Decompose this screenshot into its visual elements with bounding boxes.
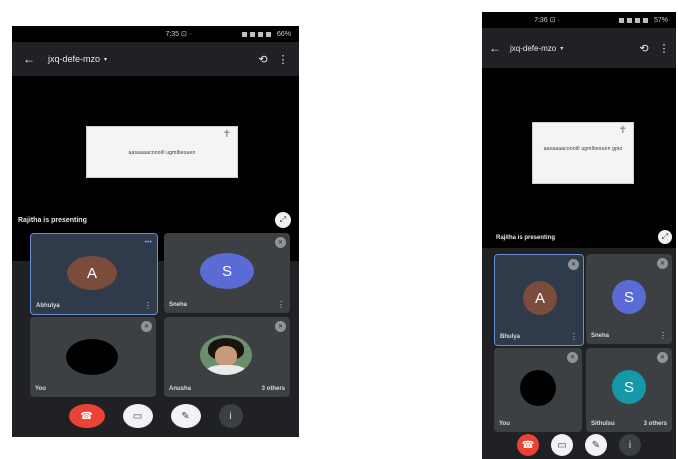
- avatar: S: [612, 280, 646, 314]
- meeting-code-dropdown[interactable]: jxq-defe-mzo ▾: [510, 44, 563, 53]
- participant-tile-sneha[interactable]: ✕ S Sneha ⋮: [586, 254, 672, 344]
- mic-off-icon: ✕: [141, 321, 152, 332]
- tile-more-icon[interactable]: ⋮: [570, 332, 578, 341]
- battery-level: 57%: [653, 16, 668, 24]
- tile-more-icon[interactable]: ⋮: [659, 331, 667, 340]
- meeting-top-bar: ← jxq-defe-mzo ▾ ⟲ ⋮: [12, 46, 299, 72]
- participant-tile-sithulsu[interactable]: ✕ S Sithulsu 3 others: [586, 348, 672, 432]
- avatar: S: [612, 370, 646, 404]
- meeting-top-bar: ← jxq-defe-mzo ▾ ⟲ ⋮: [482, 35, 676, 61]
- meeting-info-button[interactable]: i: [218, 404, 243, 428]
- participant-tile-bhulya[interactable]: ✕ A Bhulya ⋮: [494, 254, 584, 346]
- participant-name: Sithulsu: [591, 421, 615, 427]
- phone-screen-right: 7:36 ⊡ · 57% ← jxq-defe-mzo ▾ ⟲ ⋮ ✝ aasa…: [482, 12, 676, 459]
- call-controls: ☎ ▭ ✎ i: [12, 404, 299, 428]
- participant-name: Bhulya: [500, 334, 521, 340]
- status-time: 7:35 ⊡ ·: [165, 31, 192, 38]
- more-options-icon[interactable]: ⋮: [273, 53, 293, 66]
- presentation-stage: ✝ aasaaaaconoill ugmlbesuen gpio Rajitha…: [482, 68, 676, 248]
- tile-more-icon[interactable]: ⋮: [144, 301, 152, 310]
- back-arrow-icon[interactable]: ←: [486, 41, 504, 55]
- participant-tile-anusha[interactable]: ✕ Anusha 3 others: [164, 317, 290, 397]
- call-controls: ☎ ▭ ✎ i: [482, 434, 676, 456]
- participant-photo: [200, 335, 252, 375]
- mic-off-icon: ✕: [275, 237, 286, 248]
- flip-camera-icon[interactable]: ⟲: [634, 42, 654, 55]
- slide-text: aasaaaaconoill ugmlbesuen gpio: [543, 145, 623, 152]
- presenter-label: Rajitha is presenting: [18, 217, 87, 224]
- system-icons: [241, 31, 271, 37]
- expand-icon[interactable]: ⤢: [275, 212, 291, 228]
- tile-more-icon[interactable]: ⋮: [277, 300, 285, 309]
- system-icons: [618, 17, 648, 23]
- battery-level: 66%: [276, 30, 291, 38]
- cross-icon: ✝: [222, 129, 231, 140]
- end-call-button[interactable]: ☎: [517, 434, 539, 456]
- status-time: 7:36 ⊡ ·: [534, 17, 560, 24]
- participant-name: Anusha: [169, 386, 192, 392]
- meeting-code-dropdown[interactable]: jxq-defe-mzo ▾: [48, 54, 107, 64]
- avatar-initial: A: [534, 289, 545, 307]
- mic-off-icon: ✕: [275, 321, 286, 332]
- participant-name: Abhulya: [36, 303, 60, 309]
- status-bar: 7:36 ⊡ · 57%: [482, 12, 676, 28]
- avatar-initial: S: [623, 378, 634, 396]
- cross-icon: ✝: [618, 125, 627, 136]
- mic-toggle-button[interactable]: ✎: [585, 434, 607, 456]
- avatar: A: [523, 281, 557, 315]
- participant-name: You: [35, 386, 46, 392]
- participant-name: Sneha: [591, 333, 610, 339]
- avatar-initial: S: [623, 288, 634, 306]
- chevron-down-icon: ▾: [560, 45, 564, 52]
- self-video-off: [66, 339, 118, 375]
- mic-off-icon: ✕: [568, 259, 579, 270]
- phone-screen-left: 7:35 ⊡ · 66% ← jxq-defe-mzo ▾ ⟲ ⋮ ✝ aasa…: [12, 26, 299, 437]
- speaking-indicator-icon: •••: [144, 239, 152, 246]
- slide-text: aasaaaaconoill ugmlbesuen: [128, 149, 196, 156]
- presenter-label: Rajitha is presenting: [496, 235, 556, 241]
- participant-name: You: [499, 421, 510, 427]
- avatar-initial: S: [221, 262, 232, 280]
- others-count: 3 others: [643, 421, 667, 427]
- camera-toggle-button[interactable]: ▭: [122, 404, 153, 428]
- meeting-code-label: jxq-defe-mzo: [48, 54, 101, 64]
- participant-tile-abhulya[interactable]: ••• A Abhulya ⋮: [30, 233, 158, 315]
- avatar: A: [67, 256, 117, 290]
- avatar-initial: A: [86, 264, 97, 282]
- back-arrow-icon[interactable]: ←: [20, 52, 38, 66]
- meeting-info-button[interactable]: i: [619, 434, 641, 456]
- participant-tile-you[interactable]: ✕ You: [30, 317, 156, 397]
- mic-off-icon: ✕: [567, 352, 578, 363]
- expand-icon[interactable]: ⤢: [658, 230, 672, 244]
- shared-slide: ✝ aasaaaaconoill ugmlbesuen gpio: [532, 122, 634, 184]
- participant-tile-sneha[interactable]: ✕ S Sneha ⋮: [164, 233, 290, 313]
- self-video-off: [520, 370, 556, 406]
- participant-name: Sneha: [169, 302, 188, 308]
- status-bar: 7:35 ⊡ · 66%: [12, 26, 299, 42]
- mic-toggle-button[interactable]: ✎: [170, 404, 201, 428]
- shared-slide: ✝ aasaaaaconoill ugmlbesuen: [86, 126, 238, 178]
- chevron-down-icon: ▾: [104, 56, 108, 63]
- end-call-button[interactable]: ☎: [68, 404, 105, 428]
- meeting-code-label: jxq-defe-mzo: [510, 43, 557, 53]
- mic-off-icon: ✕: [657, 258, 668, 269]
- avatar: S: [200, 253, 254, 289]
- more-options-icon[interactable]: ⋮: [654, 42, 674, 55]
- flip-camera-icon[interactable]: ⟲: [253, 53, 273, 66]
- participant-tile-you[interactable]: ✕ You: [494, 348, 582, 432]
- mic-off-icon: ✕: [657, 352, 668, 363]
- others-count: 3 others: [261, 386, 285, 392]
- camera-toggle-button[interactable]: ▭: [551, 434, 573, 456]
